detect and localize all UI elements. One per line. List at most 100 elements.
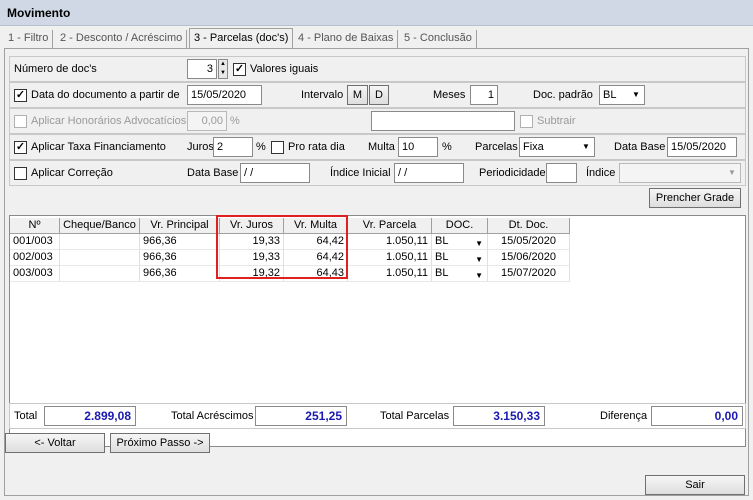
- taxa-financiamento-checkbox[interactable]: ✓: [14, 141, 27, 154]
- data-doc-checkbox[interactable]: ✓: [14, 89, 27, 102]
- grid-header-num[interactable]: Nº: [10, 218, 60, 234]
- table-row-doc[interactable]: BL ▼: [432, 234, 488, 250]
- multa-label: Multa: [368, 141, 395, 153]
- highlight-box: [216, 215, 348, 279]
- intervalo-m-button[interactable]: M: [347, 85, 368, 105]
- grid-header-dt-doc[interactable]: Dt. Doc.: [488, 218, 570, 234]
- doc-padrao-label: Doc. padrão: [533, 89, 593, 101]
- row-honorarios: Aplicar Honorários Advocatícios 0,00 % S…: [9, 108, 746, 134]
- periodicidade-input[interactable]: [546, 163, 577, 183]
- multa-input[interactable]: 10: [398, 137, 438, 157]
- data-base-label: Data Base: [614, 141, 666, 153]
- grid-header-parcela[interactable]: Vr. Parcela: [348, 218, 432, 234]
- indice-select: ▼: [619, 163, 741, 183]
- chevron-down-icon: ▼: [728, 168, 736, 177]
- grid-header-principal[interactable]: Vr. Principal: [140, 218, 220, 234]
- total-value: 2.899,08: [44, 406, 136, 426]
- chevron-down-icon[interactable]: ▼: [475, 236, 483, 249]
- valores-iguais-checkbox[interactable]: ✓: [233, 63, 246, 76]
- table-row-principal[interactable]: 966,36: [140, 250, 220, 266]
- honorarios-checkbox: [14, 115, 27, 128]
- total-acrescimos-value: 251,25: [255, 406, 347, 426]
- parcelas-value: Fixa: [523, 141, 544, 153]
- subtrair-label: Subtrair: [537, 115, 576, 127]
- diferenca-label: Diferença: [600, 410, 648, 422]
- table-row-parcela[interactable]: 1.050,11: [348, 266, 432, 282]
- table-row-principal[interactable]: 966,36: [140, 266, 220, 282]
- data-doc-label: Data do documento a partir de: [31, 89, 180, 101]
- num-docs-input[interactable]: 3: [187, 59, 217, 79]
- window-title: Movimento: [7, 6, 71, 20]
- parcelas-label: Parcelas: [475, 141, 518, 153]
- table-row-num[interactable]: 001/003: [10, 234, 60, 250]
- periodicidade-label: Periodicidade: [479, 167, 546, 179]
- row-num-docs: Número de doc's 3 ▲ ▼ ✓ Valores iguais: [9, 56, 746, 82]
- prencher-grade-button[interactable]: Prencher Grade: [649, 188, 741, 208]
- totals-bar: Total 2.899,08 Total Acréscimos 251,25 T…: [9, 403, 746, 429]
- indice-inicial-label: Índice Inicial: [330, 167, 391, 179]
- spin-down-icon[interactable]: ▼: [220, 70, 226, 76]
- correcao-checkbox[interactable]: [14, 167, 27, 180]
- table-row-doc[interactable]: BL ▼: [432, 266, 488, 282]
- meses-input[interactable]: 1: [470, 85, 498, 105]
- grid-header-doc[interactable]: DOC.: [432, 218, 488, 234]
- juros-input[interactable]: 2: [213, 137, 253, 157]
- table-row-dt[interactable]: 15/07/2020: [488, 266, 570, 282]
- grid-header-cheque[interactable]: Cheque/Banco: [60, 218, 140, 234]
- subtrair-checkbox: [520, 115, 533, 128]
- diferenca-value: 0,00: [651, 406, 743, 426]
- correcao-data-base-input[interactable]: / /: [240, 163, 310, 183]
- table-row-cheque[interactable]: [60, 234, 140, 250]
- taxa-financiamento-label: Aplicar Taxa Financiamento: [31, 141, 166, 153]
- correcao-label: Aplicar Correção: [31, 167, 113, 179]
- meses-label: Meses: [433, 89, 466, 101]
- doc-padrao-value: BL: [603, 89, 617, 101]
- parcelas-select[interactable]: Fixa ▼: [519, 137, 595, 157]
- chevron-down-icon[interactable]: ▼: [578, 138, 594, 156]
- table-row-num[interactable]: 003/003: [10, 266, 60, 282]
- indice-inicial-input[interactable]: / /: [394, 163, 464, 183]
- multa-percent: %: [442, 141, 452, 153]
- table-row-doc-value: BL: [435, 267, 449, 279]
- indice-label: Índice: [586, 167, 616, 179]
- tab-desconto-acrescimo[interactable]: 2 - Desconto / Acréscimo: [56, 30, 188, 48]
- tab-conclusao[interactable]: 5 - Conclusão: [400, 30, 477, 48]
- table-row-doc-value: BL: [435, 235, 449, 247]
- spin-up-icon[interactable]: ▲: [220, 61, 226, 67]
- chevron-down-icon[interactable]: ▼: [475, 268, 483, 281]
- num-docs-label: Número de doc's: [14, 63, 97, 75]
- honorarios-description-input[interactable]: [371, 111, 515, 131]
- title-bar: Movimento: [0, 0, 753, 26]
- chevron-down-icon[interactable]: ▼: [628, 86, 644, 104]
- table-row-parcela[interactable]: 1.050,11: [348, 250, 432, 266]
- tab-parcelas[interactable]: 3 - Parcelas (doc's): [189, 28, 294, 48]
- pro-rata-label: Pro rata dia: [288, 141, 345, 153]
- table-row-dt[interactable]: 15/06/2020: [488, 250, 570, 266]
- proximo-passo-button[interactable]: Próximo Passo ->: [110, 433, 210, 453]
- intervalo-d-button[interactable]: D: [369, 85, 389, 105]
- sair-button[interactable]: Sair: [645, 475, 745, 495]
- table-row-principal[interactable]: 966,36: [140, 234, 220, 250]
- table-row-num[interactable]: 002/003: [10, 250, 60, 266]
- total-parcelas-label: Total Parcelas: [380, 410, 450, 422]
- table-row-dt[interactable]: 15/05/2020: [488, 234, 570, 250]
- data-doc-input[interactable]: 15/05/2020: [187, 85, 262, 105]
- num-docs-spinner[interactable]: ▲ ▼: [218, 59, 228, 79]
- honorarios-label: Aplicar Honorários Advocatícios: [31, 115, 187, 127]
- total-parcelas-value: 3.150,33: [453, 406, 545, 426]
- honorarios-input: 0,00: [187, 111, 227, 131]
- table-row-cheque[interactable]: [60, 266, 140, 282]
- data-base-input[interactable]: 15/05/2020: [667, 137, 737, 157]
- doc-padrao-select[interactable]: BL ▼: [599, 85, 645, 105]
- total-acrescimos-label: Total Acréscimos: [171, 410, 254, 422]
- table-row-doc-value: BL: [435, 251, 449, 263]
- tab-plano-de-baixas[interactable]: 4 - Plano de Baixas: [294, 30, 399, 48]
- tab-filtro[interactable]: 1 - Filtro: [4, 30, 54, 48]
- voltar-button[interactable]: <- Voltar: [5, 433, 105, 453]
- honorarios-percent: %: [230, 115, 240, 127]
- chevron-down-icon[interactable]: ▼: [475, 252, 483, 265]
- pro-rata-checkbox[interactable]: [271, 141, 284, 154]
- table-row-doc[interactable]: BL ▼: [432, 250, 488, 266]
- table-row-parcela[interactable]: 1.050,11: [348, 234, 432, 250]
- table-row-cheque[interactable]: [60, 250, 140, 266]
